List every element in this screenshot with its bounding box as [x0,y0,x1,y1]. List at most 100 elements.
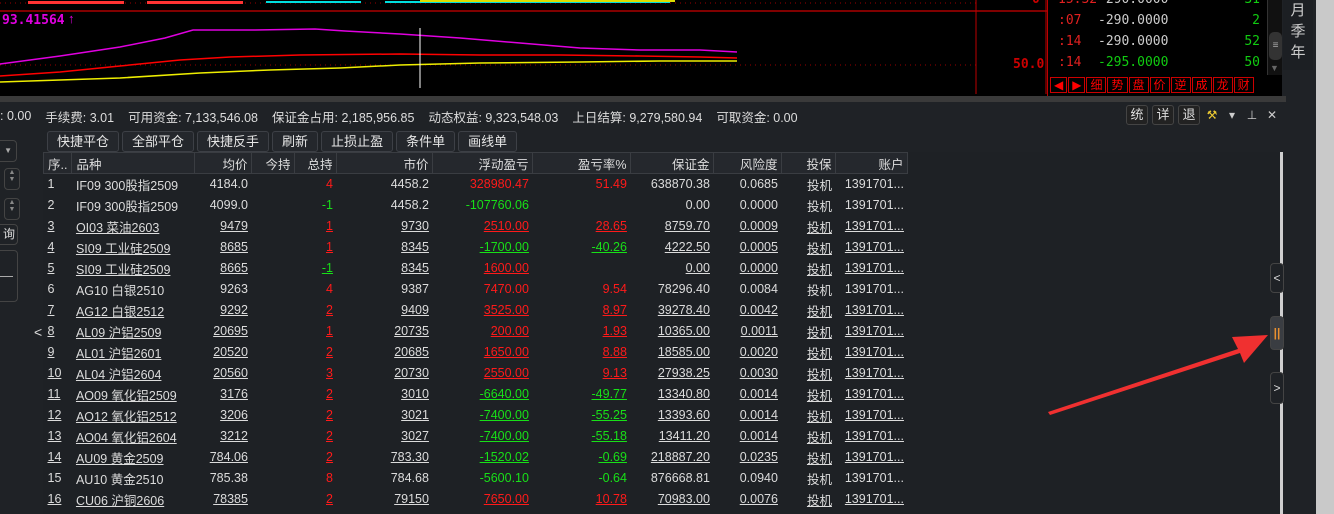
table-row[interactable]: 2 IF09 300股指2509 4099.0 -1 4458.2 -107760.06 0… [44,195,908,216]
collapse-left-icon[interactable]: < [34,324,42,340]
table-row[interactable]: 4 SI09 工业硅2509 8685 1 8345 -1700.00 -40.26 4222… [44,237,908,258]
table-row[interactable]: 8 AL09 沪铝2509 20695 1 20735 200.00 1.93 10365.0… [44,321,908,342]
cell-pnl: -5600.10 [479,471,529,485]
tick-tab[interactable]: 势 [1107,77,1128,93]
tick-scrollbar[interactable]: ≡ ▼ [1267,0,1282,75]
cell-total: 3 [326,366,333,380]
stepper-1[interactable]: ▲ ▼ [4,168,20,190]
cell-total: 2 [326,450,333,464]
scroll-thumb[interactable]: ≡ [1269,32,1282,60]
cell-type: 投机 [806,325,832,340]
cell-no: 9 [47,345,55,359]
column-header[interactable]: 投保 [781,152,837,174]
table-row[interactable]: 12 AO12 氧化铝2512 3206 2 3021 -7400.00 -55.25 133… [44,405,908,426]
tools-icon[interactable]: ⚒ [1204,108,1220,122]
table-row[interactable]: 15 AU10 黄金2510 785.38 8 784.68 -5600.10 -0.64 8… [44,468,908,489]
chart-lines [0,0,1047,94]
table-row[interactable]: 5 SI09 工业硅2509 8665 -1 8345 1600.00 0.00 0.0000… [44,258,908,279]
column-header[interactable]: 盈亏率% [532,152,632,174]
column-header[interactable]: 今持 [251,152,296,174]
column-header[interactable]: 保证金 [630,152,715,174]
cell-margin: 13393.60 [657,408,710,422]
cell-price: 783.30 [390,450,429,464]
column-header[interactable]: 浮动盈亏 [432,152,534,174]
cell-risk: 0.0020 [739,345,778,359]
column-header[interactable]: 账户 [835,152,909,174]
cell-pnl: 2510.00 [483,219,529,233]
close-icon[interactable]: ✕ [1264,108,1280,122]
cell-risk: 0.0076 [739,492,778,506]
toolbar-button[interactable]: 刷新 [272,131,319,152]
tick-tab[interactable]: 龙 [1212,77,1233,93]
stats-button[interactable]: 统 [1126,105,1148,125]
dropdown-icon[interactable]: ▾ [1224,108,1240,122]
cell-no: 5 [47,261,55,275]
panel-splitter[interactable] [0,96,1286,102]
cell-pnl: 200.00 [490,324,529,338]
stepper-2[interactable]: ▲ ▼ [4,198,20,220]
toolbar-button[interactable]: 快捷平仓 [47,131,120,152]
column-header[interactable]: 总持 [294,152,338,174]
column-header[interactable]: 序.. [42,152,73,174]
table-row[interactable]: 3 OI03 菜油2603 9479 1 9730 2510.00 28.65 8759.70… [44,216,908,237]
table-row[interactable]: 14 AU09 黄金2509 784.06 2 783.30 -1520.02 -0.69 2… [44,447,908,468]
tick-tab[interactable]: 成 [1191,77,1212,93]
period-1[interactable]: 季 [1283,21,1313,42]
tick-tab[interactable]: 逆 [1170,77,1191,93]
cell-total: 2 [326,345,333,359]
tick-tab[interactable]: 盘 [1128,77,1149,93]
cell-rate: -55.25 [591,408,627,422]
dropdown-chevron-icon[interactable]: ▼ [0,140,17,162]
table-row[interactable]: 10 AL04 沪铝2604 20560 3 20730 2550.00 9.13 27938… [44,363,908,384]
cell-pnl: -1520.02 [479,450,529,464]
cell-avg: 9292 [220,303,248,317]
cell-risk: 0.0235 [739,450,778,464]
cell-type: 投机 [806,367,832,382]
pin-icon[interactable]: ⊥ [1244,108,1260,122]
tick-tab[interactable]: 财 [1233,77,1254,93]
toolbar-button[interactable]: 全部平仓 [122,131,195,152]
toolbar-button[interactable]: 止损止盈 [321,131,394,152]
table-row[interactable]: 7 AG12 白银2512 9292 2 9409 3525.00 8.97 39278.40… [44,300,908,321]
period-0[interactable]: 月 [1283,0,1313,21]
cell-no: 1 [47,177,55,192]
toolbar-button[interactable]: 快捷反手 [197,131,270,152]
tick-tab[interactable]: ◀ [1050,77,1068,93]
tick-tab[interactable]: 价 [1149,77,1170,93]
cell-avg: 9263 [220,282,248,296]
expand-left-button[interactable]: < [1270,263,1284,293]
cell-avg: 8685 [220,240,248,254]
tick-tab[interactable]: 细 [1086,77,1107,93]
cell-name: IF09 300股指2509 [75,178,179,193]
cell-type: 投机 [806,388,832,403]
cell-total: 1 [326,324,333,338]
exit-button[interactable]: 退 [1178,105,1200,125]
window-edge [1316,0,1334,514]
cell-margin: 13340.80 [657,387,710,401]
column-header[interactable]: 品种 [71,152,196,174]
table-row[interactable]: 1 IF09 300股指2509 4184.0 4 4458.2 328980.47 51.… [44,174,908,195]
scroll-down-icon[interactable]: ▼ [1268,63,1281,73]
up-arrow-icon: ↑ [68,11,75,26]
detail-button[interactable]: 详 [1152,105,1174,125]
table-row[interactable]: 13 AO04 氧化铝2604 3212 2 3027 -7400.00 -55.18 134… [44,426,908,447]
table-row[interactable]: 6 AG10 白银2510 9263 4 9387 7470.00 9.54 78296.40… [44,279,908,300]
left-box [0,250,18,302]
account-status-bar: : 0.00 手续费: 3.01 可用资金: 7,133,546.08 保证金占… [0,104,798,128]
period-2[interactable]: 年 [1283,42,1313,63]
table-row[interactable]: 16 CU06 沪铜2606 78385 2 79150 7650.00 10.78 7098… [44,489,908,510]
query-button[interactable]: 询 [0,224,18,245]
column-header[interactable]: 市价 [336,152,434,174]
table-row[interactable]: 9 AL01 沪铝2601 20520 2 20685 1650.00 8.88 18585.… [44,342,908,363]
cell-name: AL01 沪铝2601 [75,346,162,361]
cell-price: 784.68 [390,471,429,485]
cell-risk: 0.0005 [739,240,778,254]
toolbar-button[interactable]: 画线单 [458,131,518,152]
table-row[interactable]: 11 AO09 氧化铝2509 3176 2 3010 -6640.00 -49.77 133… [44,384,908,405]
indicator-chart[interactable]: 93.41564 ↑ 0 50.0 [0,0,1047,96]
column-header[interactable]: 风险度 [713,152,783,174]
column-header[interactable]: 均价 [194,152,253,174]
toolbar-button[interactable]: 条件单 [396,131,456,152]
cell-acct: 1391701... [844,429,904,443]
tick-tab[interactable]: ▶ [1068,77,1086,93]
